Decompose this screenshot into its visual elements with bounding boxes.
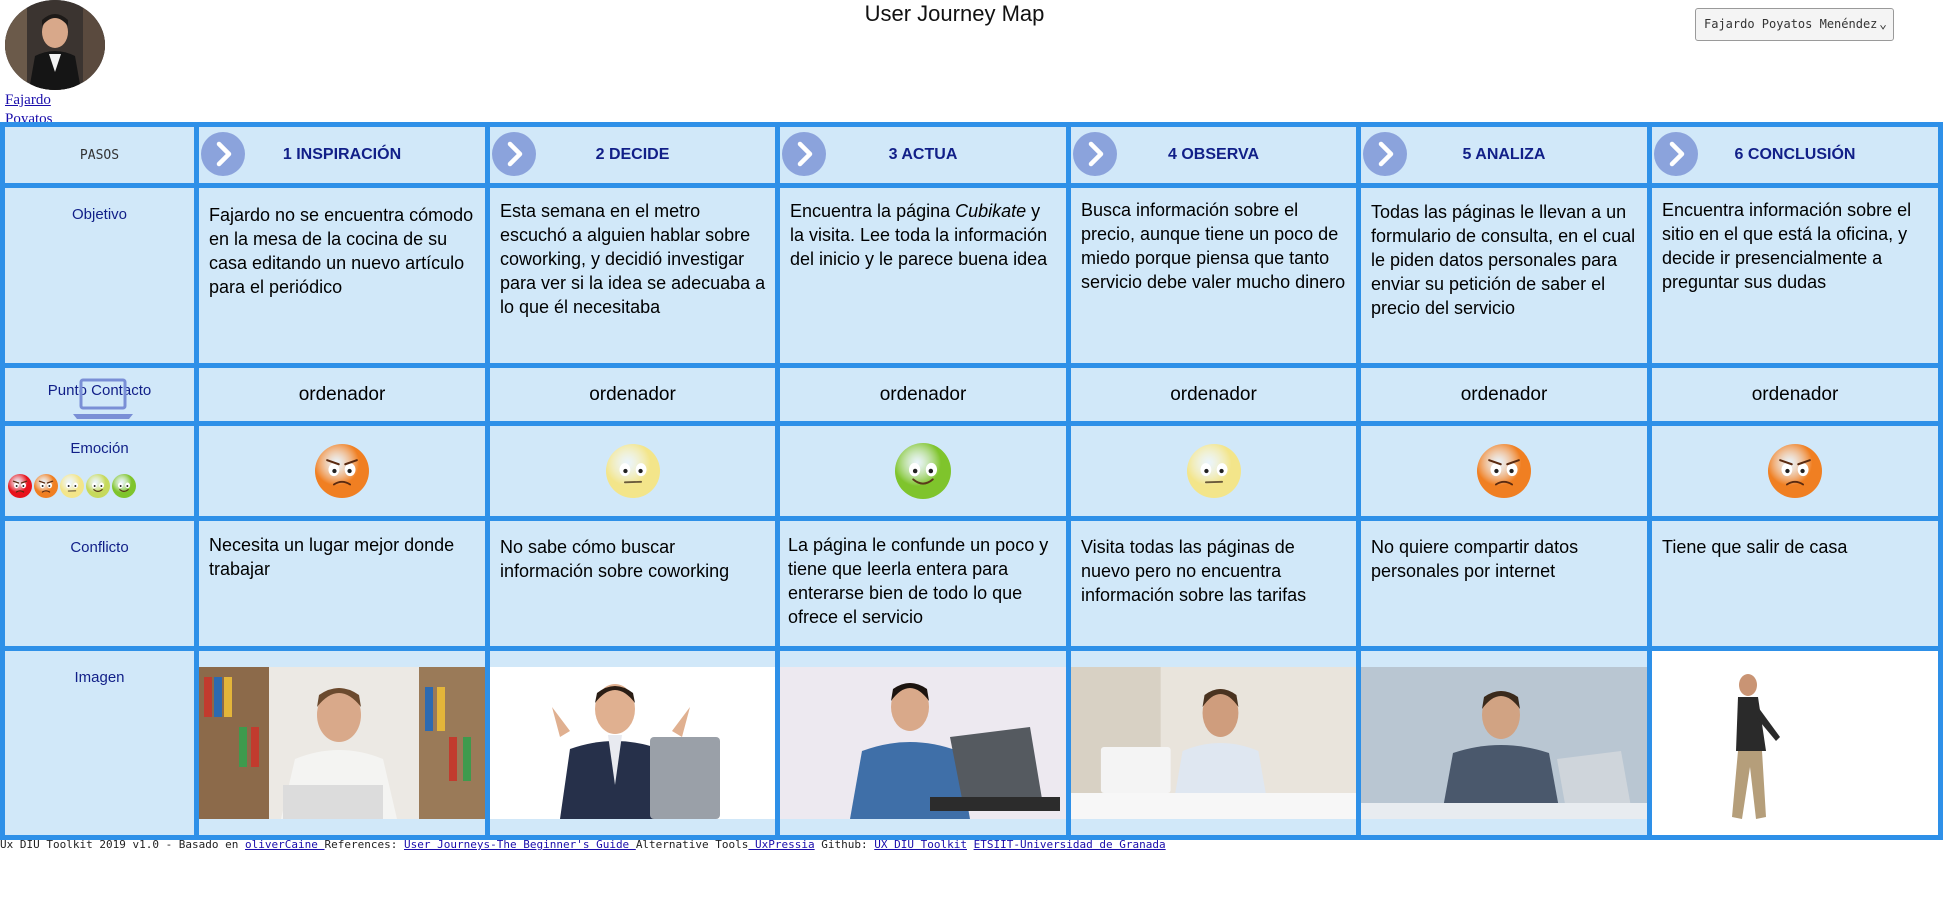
step-1-header: 1 INSPIRACIÓN [194, 122, 490, 188]
very-happy-face-icon[interactable] [111, 473, 137, 499]
row-label-objetivo: Objetivo [0, 183, 199, 368]
step-4-emotion [1066, 421, 1361, 521]
emotion-scale [5, 473, 194, 499]
step-5-title: 5 ANALIZA [1462, 146, 1546, 163]
angry-face-icon [1477, 444, 1531, 498]
step-4-conflict: Visita todas las páginas de nuevo pero n… [1066, 516, 1361, 651]
step-5-image [1361, 667, 1647, 819]
footer-alternative-tools-label: Alternative Tools [635, 838, 749, 851]
step-3-image-cell [775, 646, 1071, 840]
step-2-title: 2 DECIDE [595, 146, 670, 163]
contact-row: Punto Contacto ordenador ordenador orden… [0, 363, 1943, 426]
step-3-title: 3 ACTUA [888, 146, 958, 163]
footer-credits: Ux DIU Toolkit 2019 v1.0 - Basado en [0, 838, 246, 851]
step-1-title: 1 INSPIRACIÓN [282, 146, 402, 163]
neutral-face-icon [1186, 444, 1241, 498]
footer: Ux DIU Toolkit 2019 v1.0 - Basado en oli… [0, 838, 1166, 851]
step-1-conflict: Necesita un lugar mejor donde trabajar [194, 516, 490, 651]
step-3-header: 3 ACTUA [775, 122, 1071, 188]
footer-link-ux-diu-toolkit[interactable]: UX DIU Toolkit [874, 838, 967, 851]
step-3-contact: ordenador [775, 363, 1071, 426]
row-label-emocion: Emoción [0, 421, 199, 521]
step-6-contact: ordenador [1647, 363, 1943, 426]
step-6-image [1652, 667, 1938, 827]
row-label-punto-contacto: Punto Contacto [0, 363, 199, 426]
footer-link-etsiit-ugr[interactable]: ETSIIT-Universidad de Granada [974, 838, 1166, 851]
step-3-objective-site: Cubikate [955, 201, 1027, 221]
step-1-emotion [194, 421, 490, 521]
step-6-objective: Encuentra información sobre el sitio en … [1647, 183, 1943, 368]
journey-map-table: PASOS 1 INSPIRACIÓN 2 DECIDE 3 ACTUA 4 O… [0, 122, 1943, 840]
very-happy-face-icon [895, 443, 951, 499]
user-select-value: Fajardo Poyatos Menéndez [1704, 17, 1878, 31]
footer-references-label: References: [324, 838, 405, 851]
step-4-contact: ordenador [1066, 363, 1361, 426]
step-3-objective-start: Encuentra la página [790, 201, 956, 221]
image-row: Imagen [0, 646, 1943, 840]
laptop-icon [73, 378, 133, 419]
step-2-conflict: No sabe cómo buscar información sobre co… [485, 516, 780, 651]
step-4-image [1071, 667, 1356, 819]
step-4-objective: Busca información sobre el precio, aunqu… [1066, 183, 1361, 368]
step-1-image [199, 667, 485, 819]
angry-face-icon[interactable] [33, 473, 59, 499]
step-2-image-cell [485, 646, 780, 840]
step-4-title: 4 OBSERVA [1168, 146, 1259, 163]
chevron-right-icon[interactable] [1363, 132, 1407, 176]
step-3-objective: Encuentra la página Cubikate y la visita… [775, 183, 1071, 368]
step-3-conflict: La página le confunde un poco y tiene qu… [775, 516, 1071, 651]
footer-link-uxpressia[interactable]: UxPressia [748, 838, 815, 851]
chevron-right-icon[interactable] [492, 132, 536, 176]
row-label-imagen: Imagen [0, 646, 199, 840]
step-1-objective: Fajardo no se encuentra cómodo en la mes… [194, 183, 490, 368]
footer-link-user-journeys-guide[interactable]: User Journeys-The Beginner's Guide [404, 838, 636, 851]
step-2-image [490, 667, 775, 819]
footer-link-olivercaine[interactable]: oliverCaine [245, 838, 324, 851]
neutral-face-icon[interactable] [59, 473, 85, 499]
step-6-title: 6 CONCLUSIÓN [1734, 146, 1856, 163]
step-4-image-cell [1066, 646, 1361, 840]
step-5-image-cell [1356, 646, 1652, 840]
row-label-conflicto: Conflicto [0, 516, 199, 651]
step-6-image-cell [1647, 646, 1943, 840]
chevron-down-icon: ⌄ [1879, 17, 1887, 32]
step-2-emotion [485, 421, 780, 521]
step-2-objective: Esta semana en el metro escuchó a alguie… [485, 183, 780, 368]
angry-face-icon [315, 444, 369, 498]
conflict-row: Conflicto Necesita un lugar mejor donde … [0, 516, 1943, 651]
step-2-header: 2 DECIDE [485, 122, 780, 188]
step-6-header: 6 CONCLUSIÓN [1647, 122, 1943, 188]
chevron-right-icon[interactable] [1654, 132, 1698, 176]
step-6-conflict: Tiene que salir de casa [1647, 516, 1943, 651]
step-6-emotion [1647, 421, 1943, 521]
row-label-pasos: PASOS [0, 122, 199, 188]
user-select-dropdown[interactable]: Fajardo Poyatos Menéndez ⌄ [1695, 8, 1894, 41]
emotion-row: Emoción [0, 421, 1943, 521]
step-3-emotion [775, 421, 1071, 521]
step-1-image-cell [194, 646, 490, 840]
chevron-right-icon[interactable] [1073, 132, 1117, 176]
neutral-face-icon [605, 444, 660, 498]
objective-row: Objetivo Fajardo no se encuentra cómodo … [0, 183, 1943, 368]
step-5-contact: ordenador [1356, 363, 1652, 426]
footer-github-label: Github: [814, 838, 875, 851]
very-angry-face-icon[interactable] [7, 473, 33, 499]
step-5-conflict: No quiere compartir datos personales por… [1356, 516, 1652, 651]
happy-face-icon[interactable] [85, 473, 111, 499]
step-4-header: 4 OBSERVA [1066, 122, 1361, 188]
angry-face-icon [1768, 444, 1822, 498]
step-5-emotion [1356, 421, 1652, 521]
step-2-contact: ordenador [485, 363, 780, 426]
step-5-objective: Todas las páginas le llevan a un formula… [1356, 183, 1652, 368]
emocion-label: Emoción [70, 440, 129, 457]
step-1-contact: ordenador [194, 363, 490, 426]
step-5-header: 5 ANALIZA [1356, 122, 1652, 188]
chevron-right-icon[interactable] [201, 132, 245, 176]
page-title: User Journey Map [864, 1, 1045, 26]
step-3-image [780, 667, 1066, 819]
footer-separator [967, 838, 974, 851]
chevron-right-icon[interactable] [782, 132, 826, 176]
steps-row: PASOS 1 INSPIRACIÓN 2 DECIDE 3 ACTUA 4 O… [0, 122, 1943, 188]
